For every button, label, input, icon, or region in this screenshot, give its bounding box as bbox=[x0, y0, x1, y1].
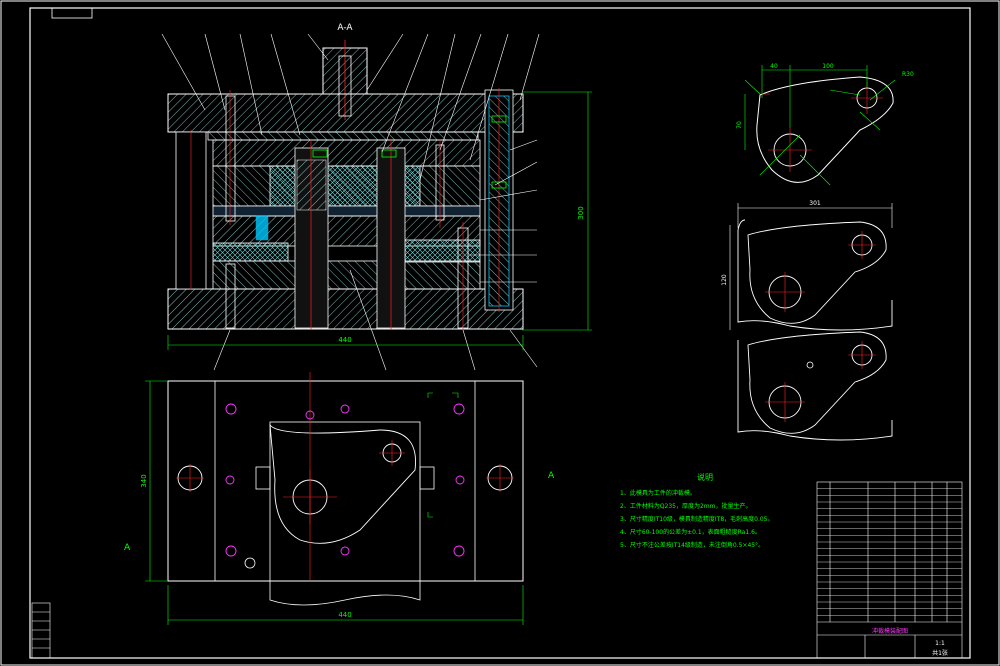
cad-drawing-sheet: A-A 440 300 440 340 A A 40 100 70 R30 30… bbox=[0, 0, 1000, 666]
dim-strip-height: 120 bbox=[721, 274, 728, 286]
technical-notes: 说明 1、此模具为工件的冲裁模。 2、工件材料为Q235，厚度为2mm，批量生产… bbox=[620, 472, 774, 549]
dim-part-r30: R30 bbox=[902, 71, 914, 78]
dim-strip-width: 301 bbox=[809, 200, 821, 207]
strip-layout: 301 120 bbox=[721, 200, 893, 441]
note-item: 5、尺寸不注公差按IT14级制造，未注倒角0.5×45°。 bbox=[620, 541, 764, 549]
dim-part-100: 100 bbox=[822, 63, 834, 70]
bom-table bbox=[817, 488, 962, 616]
note-item: 3、尺寸精度IT10级，模具制造精度IT8，毛刺高度0.05。 bbox=[620, 515, 774, 523]
locating-pin bbox=[255, 215, 269, 241]
section-view: A-A 440 300 bbox=[161, 23, 592, 371]
dim-part-70: 70 bbox=[736, 121, 743, 129]
left-margin-table bbox=[31, 602, 51, 659]
section-label: A-A bbox=[337, 23, 353, 33]
note-item: 2、工件材料为Q235，厚度为2mm，批量生产。 bbox=[620, 502, 752, 510]
plan-view: 440 340 A A bbox=[124, 372, 555, 625]
screw-holes bbox=[225, 403, 465, 557]
dim-main-height: 300 bbox=[577, 206, 585, 219]
section-mark-left: A bbox=[124, 543, 131, 553]
top-left-code-box bbox=[51, 7, 93, 19]
section-mark-right: A bbox=[548, 471, 555, 481]
dim-part-40: 40 bbox=[770, 63, 778, 70]
dim-plan-width: 440 bbox=[338, 611, 351, 619]
dim-main-width: 440 bbox=[338, 336, 351, 344]
notes-title: 说明 bbox=[697, 472, 713, 482]
drawing-name: 冲裁模装配图 bbox=[872, 627, 908, 635]
dim-plan-height: 340 bbox=[140, 474, 148, 487]
drawing-sheet: 共1张 bbox=[932, 649, 948, 657]
lower-die-plate bbox=[167, 288, 524, 330]
upper-die-plate bbox=[167, 93, 524, 133]
note-item: 1、此模具为工件的冲裁模。 bbox=[620, 489, 696, 497]
drawing-scale: 1:1 bbox=[935, 640, 945, 647]
lower-plate-outline bbox=[167, 380, 524, 582]
part-drawing: 40 100 70 R30 bbox=[736, 63, 914, 186]
note-item: 4、尺寸60-100的公差为±0.1，表面粗糙度Ra1.6。 bbox=[620, 528, 761, 536]
